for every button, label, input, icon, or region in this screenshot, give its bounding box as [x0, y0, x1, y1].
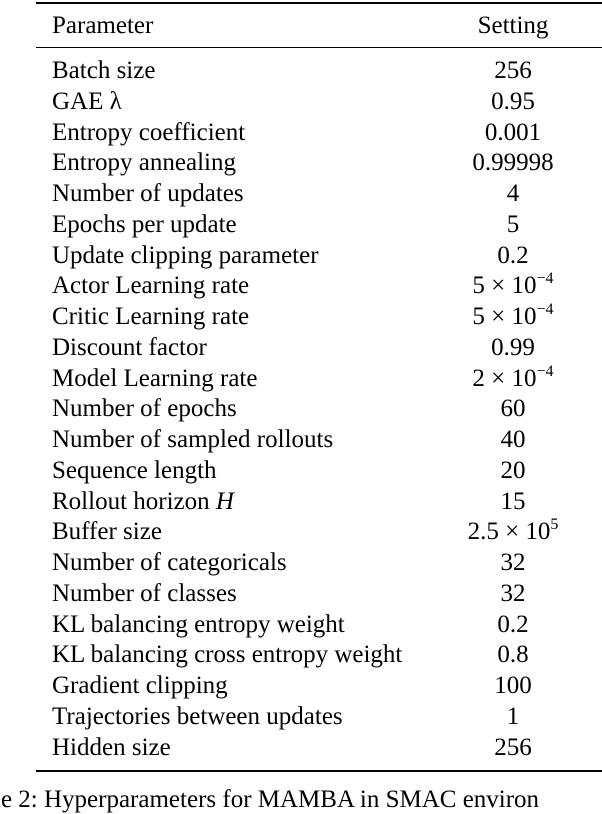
parameter-cell: Number of epochs: [52, 395, 237, 423]
header-setting: Setting: [477, 11, 549, 39]
setting-exponent: 5: [550, 516, 559, 534]
table-caption: le 2: Hyperparameters for MAMBA in SMAC …: [0, 786, 540, 813]
table-row: Discount factor 0.99: [36, 332, 602, 363]
table-body: Batch size 256 GAE λ 0.95 Entropy coeffi…: [36, 48, 602, 769]
table-row: GAE λ 0.95: [36, 86, 602, 117]
setting-cell: 0.2: [497, 610, 529, 638]
setting-cell: 5 × 10−4: [448, 301, 602, 331]
setting-cell: 256: [494, 733, 532, 761]
table-row: Batch size 256: [36, 55, 602, 86]
setting-cell: 15: [500, 487, 526, 515]
setting-cell: 5 × 10−4: [448, 270, 602, 300]
table-row: Entropy annealing 0.99998: [36, 148, 602, 179]
parameter-cell: Epochs per update: [52, 210, 237, 238]
setting-exponent: −4: [536, 362, 554, 380]
setting-cell: 0.8: [497, 641, 529, 669]
setting-cell: 5: [506, 210, 520, 238]
setting-cell: 0.001: [484, 118, 542, 146]
table-row: Number of updates 4: [36, 178, 602, 209]
parameter-cell: Update clipping parameter: [52, 241, 319, 269]
setting-base: 2 × 10: [472, 364, 537, 392]
setting-cell: 40: [500, 426, 526, 454]
parameter-text: Rollout horizon: [52, 487, 216, 515]
setting-cell: 0.95: [491, 87, 535, 115]
table-header-row: Parameter Setting: [36, 4, 602, 47]
hyperparameter-table: Parameter Setting Batch size 256 GAE λ 0…: [36, 2, 602, 772]
parameter-cell: Hidden size: [52, 733, 171, 761]
table-row: Number of sampled rollouts 40: [36, 424, 602, 455]
setting-cell: 100: [494, 672, 532, 700]
table-row: Update clipping parameter 0.2: [36, 240, 602, 271]
parameter-cell: Number of categoricals: [52, 549, 287, 577]
table-row: Entropy coefficient 0.001: [36, 117, 602, 148]
parameter-cell: GAE λ: [52, 87, 122, 115]
setting-cell: 0.99998: [472, 149, 554, 177]
parameter-cell: Discount factor: [52, 333, 207, 361]
table-row: Number of epochs 60: [36, 394, 602, 425]
parameter-math-symbol: H: [215, 487, 234, 515]
table-row: KL balancing cross entropy weight 0.8: [36, 640, 602, 671]
parameter-cell: Actor Learning rate: [52, 272, 250, 300]
parameter-cell: Sequence length: [52, 456, 217, 484]
parameter-cell: Entropy annealing: [52, 149, 236, 177]
table-row: Model Learning rate 2 × 10−4: [36, 363, 602, 394]
parameter-cell: Trajectories between updates: [52, 702, 343, 730]
table-row: Critic Learning rate 5 × 10−4: [36, 301, 602, 332]
setting-cell: 2.5 × 105: [448, 516, 602, 546]
parameter-cell: KL balancing entropy weight: [52, 610, 345, 638]
parameter-cell: Number of updates: [52, 180, 244, 208]
setting-exponent: −4: [536, 301, 554, 319]
table-row: Trajectories between updates 1: [36, 701, 602, 732]
parameter-cell: Critic Learning rate: [52, 303, 250, 331]
parameter-cell: KL balancing cross entropy weight: [52, 641, 403, 669]
parameter-cell: Batch size: [52, 57, 156, 85]
bottom-rule: [36, 769, 602, 772]
parameter-cell: Rollout horizon H: [36, 489, 448, 514]
setting-base: 5 × 10: [472, 303, 537, 331]
table-row: Number of classes 32: [36, 578, 602, 609]
table-row: Gradient clipping 100: [36, 670, 602, 701]
table-row: Rollout horizon H 15: [36, 486, 602, 517]
header-parameter: Parameter: [52, 11, 154, 39]
parameter-cell: Buffer size: [52, 518, 162, 546]
setting-base: 2.5 × 10: [467, 518, 551, 546]
setting-cell: 1: [506, 702, 520, 730]
setting-cell: 0.2: [497, 241, 529, 269]
parameter-cell: Entropy coefficient: [52, 118, 246, 146]
setting-cell: 256: [494, 57, 532, 85]
setting-cell: 32: [500, 579, 526, 607]
table-row: Hidden size 256: [36, 732, 602, 763]
setting-cell: 4: [506, 180, 520, 208]
table-row: Buffer size 2.5 × 105: [36, 517, 602, 548]
table-row: Epochs per update 5: [36, 209, 602, 240]
parameter-cell: Number of classes: [52, 579, 237, 607]
setting-cell: 60: [500, 395, 526, 423]
setting-cell: 0.99: [491, 333, 535, 361]
parameter-cell: Model Learning rate: [52, 364, 258, 392]
setting-exponent: −4: [536, 270, 554, 288]
setting-cell: 2 × 10−4: [448, 362, 602, 392]
parameter-cell: Number of sampled rollouts: [52, 426, 334, 454]
table-row: Actor Learning rate 5 × 10−4: [36, 271, 602, 302]
table-row: KL balancing entropy weight 0.2: [36, 609, 602, 640]
parameter-cell: Gradient clipping: [52, 672, 228, 700]
table-row: Sequence length 20: [36, 455, 602, 486]
table-row: Number of categoricals 32: [36, 547, 602, 578]
setting-cell: 20: [500, 456, 526, 484]
setting-base: 5 × 10: [472, 272, 537, 300]
setting-cell: 32: [500, 549, 526, 577]
